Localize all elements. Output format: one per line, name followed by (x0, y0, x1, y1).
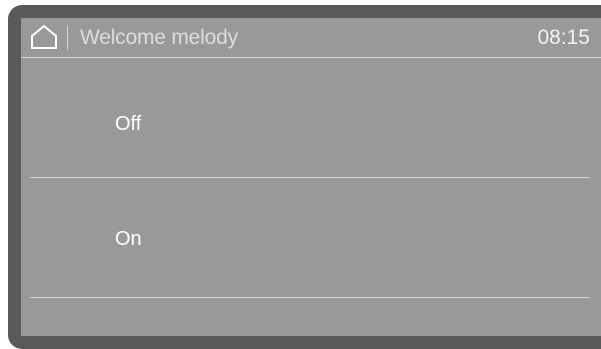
clock-time: 08:15 (537, 26, 590, 49)
header-bar: Welcome melody 08:15 (21, 18, 601, 57)
option-off[interactable]: Off (21, 58, 601, 176)
page-title: Welcome melody (80, 26, 238, 49)
display-screen: Welcome melody 08:15 Off On (21, 18, 601, 336)
option-off-label: Off (115, 113, 142, 135)
option-divider (30, 297, 590, 298)
title-separator (67, 26, 68, 50)
option-on[interactable]: On (21, 178, 601, 296)
option-on-label: On (115, 228, 142, 250)
home-icon[interactable] (30, 24, 58, 50)
